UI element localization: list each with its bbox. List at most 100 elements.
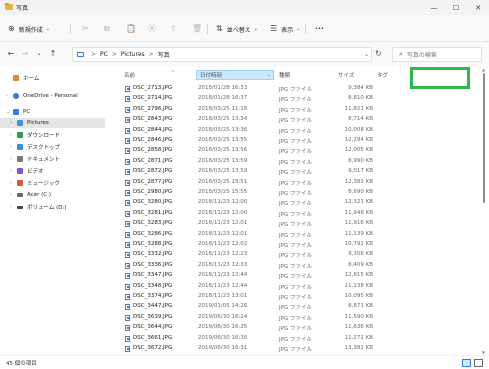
table-row[interactable]: DSC_3639.JPG 2019/06/30 16:24 JPG ファイル 11,5…: [107, 313, 467, 323]
sidebar-item-videos[interactable]: › ビデオ: [10, 166, 44, 176]
chevron-right-icon[interactable]: ›: [10, 132, 16, 138]
file-type: JPG ファイル: [279, 274, 312, 281]
file-name: DSC_3280.JPG: [133, 199, 173, 206]
table-row[interactable]: DSC_3336.JPG 2018/11/23 12:33 JPG ファイル 8,40…: [107, 261, 467, 271]
chevron-right-icon[interactable]: ›: [10, 180, 16, 186]
file-name: DSC_3447.JPG: [133, 303, 173, 310]
table-row[interactable]: DSC_2871.JPG 2018/03/25 13:59 JPG ファイル 8,99…: [107, 157, 467, 167]
table-row[interactable]: DSC_2796.JPG 2018/03/25 11:18 JPG ファイル 11,8…: [107, 105, 467, 115]
scroll-up-icon[interactable]: ▲: [482, 67, 485, 72]
copy-button[interactable]: ⧉: [104, 23, 114, 35]
sort-button[interactable]: ⇅ 並べ替え ⌄: [216, 23, 262, 35]
status-bar: 45 個の項目: [0, 355, 489, 369]
table-row[interactable]: DSC_3374.JPG 2018/11/23 13:01 JPG ファイル 10,0…: [107, 292, 467, 302]
view-button[interactable]: ☰ 表示 ⌄: [270, 23, 304, 35]
sidebar-item-pictures[interactable]: › Pictures: [0, 118, 105, 128]
sidebar-item-label: Pictures: [27, 120, 49, 126]
refresh-icon[interactable]: ↻: [375, 49, 382, 58]
table-row[interactable]: DSC_3348.JPG 2018/11/23 12:44 JPG ファイル 11,1…: [107, 282, 467, 292]
chevron-down-icon[interactable]: ⌄: [267, 72, 271, 78]
table-row[interactable]: DSC_3332.JPG 2018/11/23 12:23 JPG ファイル 9,30…: [107, 250, 467, 260]
close-button[interactable]: ✕: [467, 0, 489, 15]
table-row[interactable]: DSC_3281.JPG 2018/11/23 12:00 JPG ファイル 11,9…: [107, 209, 467, 219]
navigation-pane: ホーム › OneDrive - Personal ⌄ PC › Picture…: [0, 67, 107, 355]
chevron-right-icon[interactable]: ›: [10, 168, 16, 174]
column-header-name[interactable]: ⌃ 名前: [124, 70, 196, 80]
sidebar-item-desktop[interactable]: › デスクトップ: [10, 142, 60, 152]
column-header-type[interactable]: 種類: [279, 70, 329, 80]
forward-button[interactable]: →: [20, 49, 30, 59]
address-history-chevron-icon[interactable]: ⌄: [364, 51, 369, 58]
table-row[interactable]: DSC_3280.JPG 2018/11/23 12:00 JPG ファイル 12,3…: [107, 198, 467, 208]
maximize-button[interactable]: ☐: [445, 0, 467, 15]
address-bar[interactable]: > PC > Pictures > 写真: [72, 47, 372, 62]
table-row[interactable]: DSC_2846.JPG 2018/03/25 13:55 JPG ファイル 12,2…: [107, 136, 467, 146]
sidebar-item-pc[interactable]: ⌄ PC: [6, 107, 30, 117]
table-row[interactable]: DSC_2844.JPG 2018/03/25 13:36 JPG ファイル 10,0…: [107, 126, 467, 136]
file-name: DSC_3672.JPG: [133, 345, 173, 351]
table-row[interactable]: DSC_3447.JPG 2019/01/05 14:26 JPG ファイル 8,87…: [107, 302, 467, 312]
table-row[interactable]: DSC_3283.JPG 2018/11/23 12:01 JPG ファイル 11,9…: [107, 219, 467, 229]
table-row[interactable]: DSC_3661.JPG 2019/06/30 16:30 JPG ファイル 11,2…: [107, 334, 467, 344]
breadcrumb-pc[interactable]: PC: [100, 51, 108, 58]
column-header-date[interactable]: 日付時刻 ⌄: [196, 70, 274, 80]
table-row[interactable]: DSC_2714.JPG 2018/01/28 16:37 JPG ファイル 8,81…: [107, 94, 467, 104]
table-row[interactable]: DSC_3286.JPG 2018/11/23 12:01 JPG ファイル 11,1…: [107, 230, 467, 240]
details-view-icon[interactable]: [462, 359, 471, 367]
table-row[interactable]: DSC_3347.JPG 2018/11/23 12:44 JPG ファイル 12,8…: [107, 271, 467, 281]
table-row[interactable]: DSC_3644.JPG 2019/06/30 16:25 JPG ファイル 11,6…: [107, 323, 467, 333]
breadcrumb-pictures[interactable]: Pictures: [121, 51, 145, 58]
command-bar: ⊕ 新規作成 ⌄ ✂ ⧉ 📋 Ⓐ ⇪ 🗑 ⇅ 並べ替え ⌄ ☰ 表示 ⌄ •••: [0, 15, 489, 42]
sidebar-item-documents[interactable]: › ドキュメント: [10, 154, 60, 164]
table-row[interactable]: DSC_2843.JPG 2018/03/25 13:34 JPG ファイル 8,71…: [107, 115, 467, 125]
back-button[interactable]: ←: [6, 49, 16, 59]
minimize-button[interactable]: —: [423, 0, 445, 15]
file-type: JPG ファイル: [279, 211, 312, 218]
image-file-icon: [125, 148, 130, 155]
chevron-right-icon[interactable]: ›: [10, 204, 16, 210]
sidebar-item-onedrive[interactable]: › OneDrive - Personal: [6, 91, 78, 101]
cut-button[interactable]: ✂: [82, 23, 93, 35]
breadcrumb-photos[interactable]: 写真: [158, 50, 170, 59]
file-name: DSC_3639.JPG: [133, 313, 173, 320]
more-options-button[interactable]: •••: [315, 23, 324, 35]
sidebar-item-home[interactable]: ホーム: [6, 73, 39, 83]
sidebar-item-downloads[interactable]: › ダウンロード: [10, 130, 60, 140]
sidebar-item-drive-c[interactable]: › Acer (C:): [10, 190, 51, 200]
sidebar-item-drive-d[interactable]: › ボリューム (D:): [10, 202, 66, 212]
table-row[interactable]: DSC_2980.JPG 2018/03/25 15:55 JPG ファイル 8,69…: [107, 188, 467, 198]
file-size: 11,636 KB: [344, 324, 373, 331]
new-button[interactable]: ⊕ 新規作成 ⌄: [8, 23, 54, 35]
chevron-right-icon[interactable]: ›: [10, 156, 16, 162]
file-type: JPG ファイル: [279, 87, 312, 93]
table-row[interactable]: DSC_2858.JPG 2018/03/25 13:56 JPG ファイル 12,0…: [107, 146, 467, 156]
chevron-right-icon[interactable]: ›: [10, 120, 16, 126]
sidebar-item-music[interactable]: › ミュージック: [10, 178, 60, 188]
table-row[interactable]: DSC_3672.JPG 2019/06/30 16:31 JPG ファイル 13,3…: [107, 344, 467, 354]
file-type: JPG ファイル: [279, 159, 312, 166]
search-box[interactable]: ⌕ 写真の検索: [392, 47, 482, 62]
chevron-down-icon[interactable]: ⌄: [6, 109, 12, 115]
file-size: 12,815 KB: [344, 272, 373, 279]
column-header-label: サイズ: [338, 73, 355, 79]
file-name: DSC_2846.JPG: [133, 137, 173, 143]
column-header-tag[interactable]: タグ: [377, 70, 407, 80]
file-date: 2019/06/30 16:31: [198, 345, 248, 351]
up-button[interactable]: ↑: [48, 49, 58, 59]
vertical-scrollbar[interactable]: ▲ ▼: [482, 67, 486, 355]
paste-button[interactable]: 📋: [126, 23, 140, 35]
table-row[interactable]: DSC_3288.JPG 2018/11/23 12:02 JPG ファイル 10,7…: [107, 240, 467, 250]
scrollbar-thumb[interactable]: [483, 73, 485, 203]
table-row[interactable]: DSC_2877.JPG 2018/03/25 15:51 JPG ファイル 12,3…: [107, 178, 467, 188]
file-name: DSC_3286.JPG: [133, 230, 173, 237]
table-row[interactable]: DSC_2872.JPG 2018/03/25 13:59 JPG ファイル 9,01…: [107, 167, 467, 177]
recent-locations-button[interactable]: ⌄: [34, 49, 44, 59]
share-button[interactable]: ⇪: [170, 23, 181, 35]
chevron-right-icon[interactable]: ›: [10, 144, 16, 150]
column-header-size[interactable]: サイズ: [338, 70, 374, 80]
chevron-right-icon[interactable]: ›: [6, 93, 12, 99]
delete-button[interactable]: 🗑: [192, 23, 206, 35]
rename-button[interactable]: Ⓐ: [148, 23, 160, 35]
large-icons-view-icon[interactable]: [474, 359, 483, 367]
chevron-right-icon[interactable]: ›: [10, 192, 16, 198]
